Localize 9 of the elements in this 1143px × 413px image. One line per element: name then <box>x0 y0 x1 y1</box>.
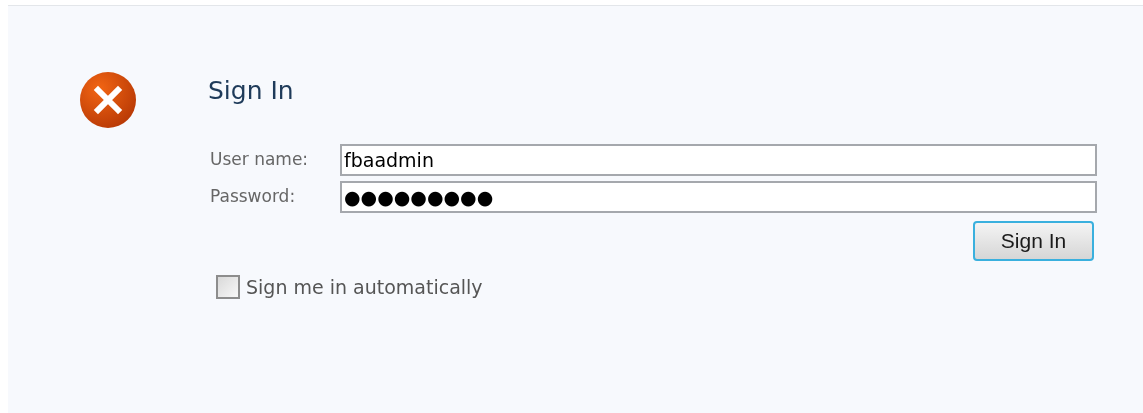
sign-in-button[interactable]: Sign In <box>973 221 1094 261</box>
checkbox[interactable] <box>216 275 240 300</box>
error-icon <box>78 70 138 130</box>
sign-in-title: Sign In <box>208 76 295 106</box>
checkbox-label: Sign me in automatically <box>246 275 483 300</box>
input-field[interactable]: ●●●●●●●●● <box>340 181 1097 213</box>
field-label: User name: <box>209 148 310 172</box>
field-label: Password: <box>209 185 297 209</box>
input-field[interactable]: fbaadmin <box>340 144 1097 176</box>
